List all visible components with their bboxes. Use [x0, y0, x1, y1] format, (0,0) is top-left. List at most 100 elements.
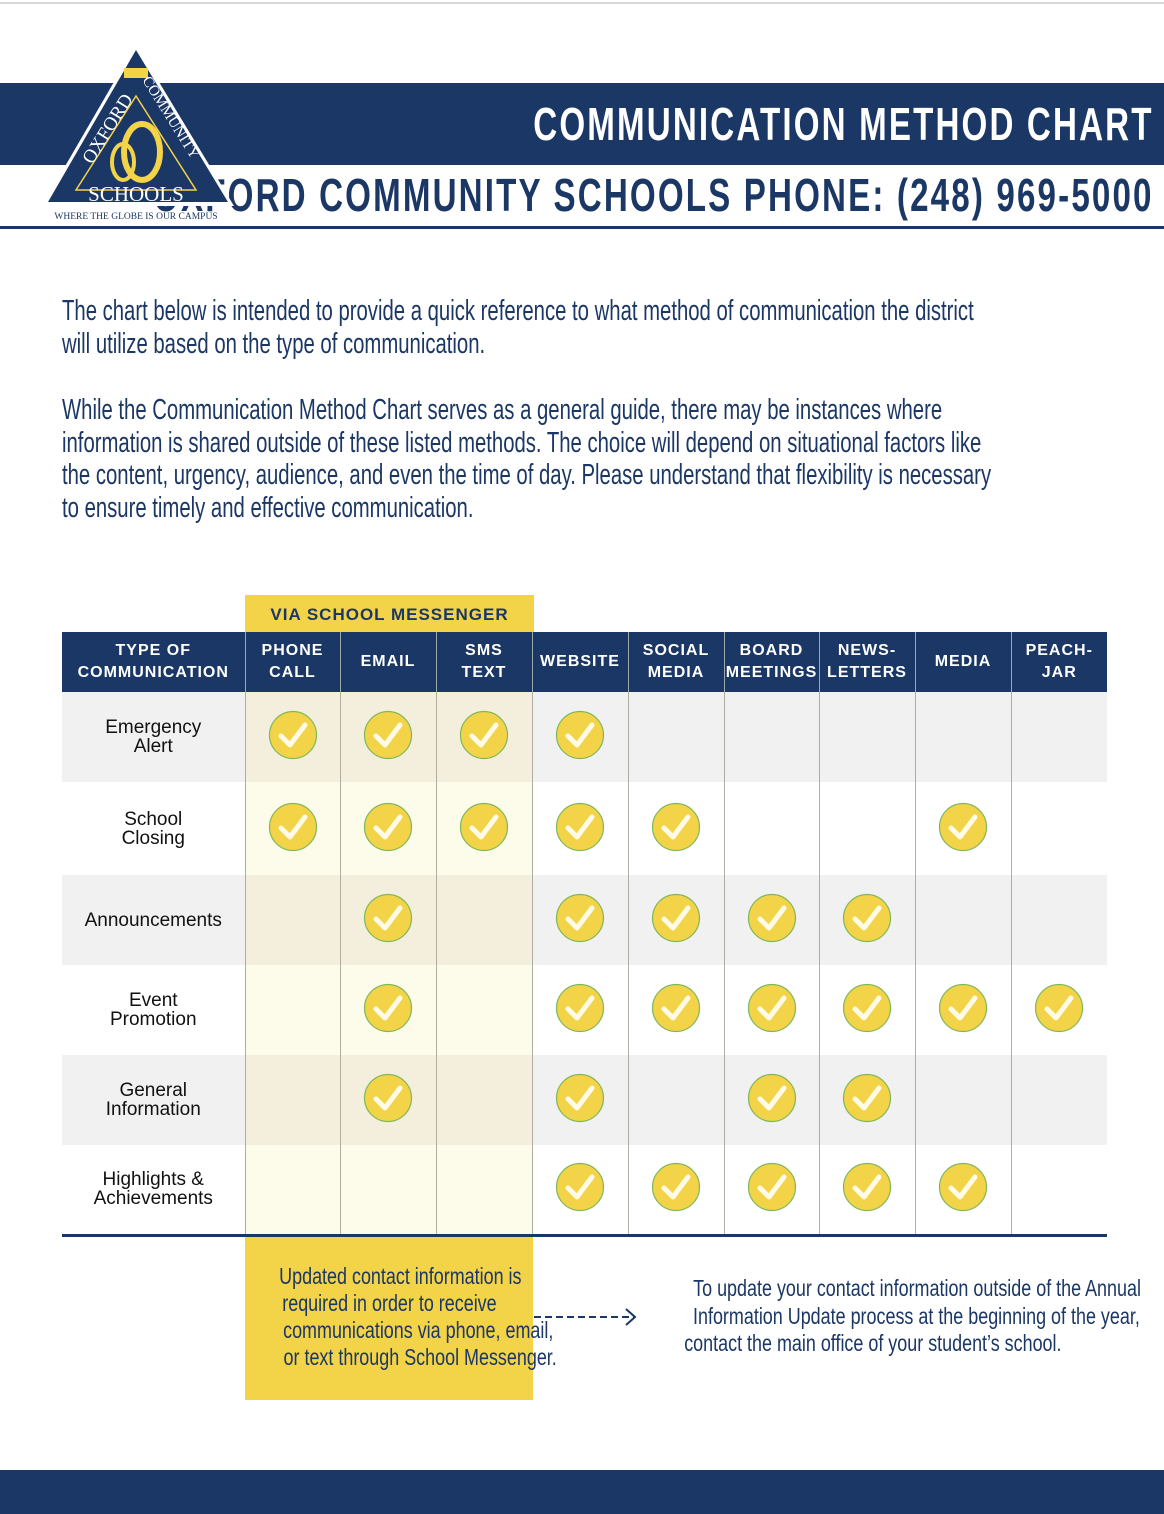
method-cell [435, 1145, 532, 1237]
checkmark-icon [747, 893, 797, 943]
checkmark-icon [555, 1162, 605, 1212]
header-text: LETTERS [827, 664, 907, 681]
method-cell [627, 782, 724, 875]
label-text: Alert [133, 736, 173, 757]
header-text: EMAIL [360, 653, 416, 670]
column-header: TYPE OF COMMUNICATION [62, 632, 245, 692]
text-line: Information Update process at the beginn… [693, 1302, 1140, 1329]
header-text: MEDIA [647, 664, 705, 681]
checkmark-icon [555, 802, 605, 852]
checkmark-icon [651, 1162, 701, 1212]
method-cell [627, 692, 724, 782]
checkmark-icon [459, 710, 509, 760]
method-cell [723, 1055, 819, 1145]
checkmark-icon [747, 1073, 797, 1123]
column-header: SMS TEXT [435, 632, 532, 692]
text-line: The chart below is intended to provide a… [62, 295, 974, 327]
label-text: Announcements [84, 909, 222, 931]
method-cell [435, 965, 532, 1055]
header-text: MEETINGS [725, 664, 818, 681]
method-cell [531, 692, 628, 782]
checkmark-icon [651, 893, 701, 943]
method-cell [1010, 1145, 1107, 1237]
method-cell [1010, 965, 1107, 1055]
checkmark-icon [555, 893, 605, 943]
method-cell [914, 782, 1011, 875]
method-cell [818, 875, 915, 965]
column-header: WEBSITE [531, 632, 628, 692]
checkmark-icon [651, 802, 701, 852]
intro-paragraph-1: The chart below is intended to provide a… [62, 295, 1112, 360]
checkmark-icon [842, 983, 892, 1033]
svg-text:WHERE THE GLOBE IS OUR CAMPUS: WHERE THE GLOBE IS OUR CAMPUS [54, 212, 217, 222]
footer-band [0, 1470, 1164, 1514]
method-cell [818, 1145, 915, 1237]
checkmark-icon [459, 802, 509, 852]
method-cell [339, 1145, 436, 1237]
checkmark-icon [363, 1073, 413, 1123]
method-cell [818, 782, 915, 875]
checkmark-icon [555, 1073, 605, 1123]
method-cell [531, 965, 628, 1055]
header-text: PHONE [261, 642, 324, 659]
checkmark-icon [842, 893, 892, 943]
checkmark-icon [938, 802, 988, 852]
label-text: School [124, 808, 183, 830]
text-line: the content, urgency, audience, and even… [62, 459, 992, 491]
table-row: General Information [62, 1055, 1107, 1145]
table-row: Event Promotion [62, 965, 1107, 1055]
header-text: NEWS- [837, 642, 897, 659]
checkmark-icon [938, 983, 988, 1033]
text-line: contact the main office of your student’… [683, 1330, 1062, 1356]
header-text: CALL [269, 664, 316, 681]
text-line: information is shared outside of these l… [62, 426, 982, 459]
method-cell [914, 1145, 1011, 1237]
table-header-row: TYPE OF COMMUNICATION PHONE CALL EMAIL SMS TEX… [62, 632, 1107, 692]
checkmark-icon [268, 710, 318, 760]
method-cell [531, 782, 628, 875]
table-row: Announcements [62, 875, 1107, 965]
checkmark-icon [842, 1162, 892, 1212]
school-messenger-group-label: VIA SCHOOL MESSENGER [245, 595, 534, 632]
communication-type: School Closing [62, 782, 245, 875]
method-cell [244, 782, 340, 875]
method-cell [627, 875, 724, 965]
checkmark-icon [363, 983, 413, 1033]
method-cell [818, 1055, 915, 1145]
method-cell [914, 965, 1011, 1055]
method-cell [339, 692, 436, 782]
method-cell [723, 1145, 819, 1237]
text-line: To update your contact information outsi… [693, 1275, 1141, 1301]
method-cell [435, 692, 532, 782]
checkmark-icon [363, 893, 413, 943]
method-cell [244, 965, 340, 1055]
label-text: Information [105, 1099, 201, 1120]
top-divider [0, 2, 1164, 4]
method-cell [435, 782, 532, 875]
method-cell [531, 1055, 628, 1145]
method-cell [244, 1055, 340, 1145]
method-cell [339, 965, 436, 1055]
checkmark-icon [555, 983, 605, 1033]
method-cell [723, 782, 819, 875]
header-text: TYPE OF [115, 642, 191, 659]
communication-type: Announcements [62, 875, 245, 965]
communication-type: General Information [62, 1055, 245, 1145]
text-line: or text through School Messenger. [283, 1344, 557, 1370]
arrow-right-icon [534, 1308, 637, 1326]
district-phone: OXFORD COMMUNITY SCHOOLS PHONE: (248) 96… [153, 169, 1154, 221]
column-header: PEACH- JAR [1010, 632, 1107, 692]
column-header: PHONE CALL [244, 632, 340, 692]
method-cell [914, 1055, 1011, 1145]
communication-method-table: TYPE OF COMMUNICATION PHONE CALL EMAIL SMS TEX… [62, 632, 1107, 1237]
intro-paragraph-2: While the Communication Method Chart ser… [62, 394, 1112, 524]
column-header: MEDIA [914, 632, 1011, 692]
communication-type: Highlights & Achievements [62, 1145, 245, 1237]
checkmark-icon [363, 710, 413, 760]
text-line: Updated contact information is [279, 1263, 522, 1289]
method-cell [1010, 692, 1107, 782]
label-text: Achievements [93, 1188, 213, 1210]
label-text: Promotion [109, 1009, 197, 1030]
method-cell [1010, 1055, 1107, 1145]
header-text: PEACH- [1025, 642, 1093, 659]
